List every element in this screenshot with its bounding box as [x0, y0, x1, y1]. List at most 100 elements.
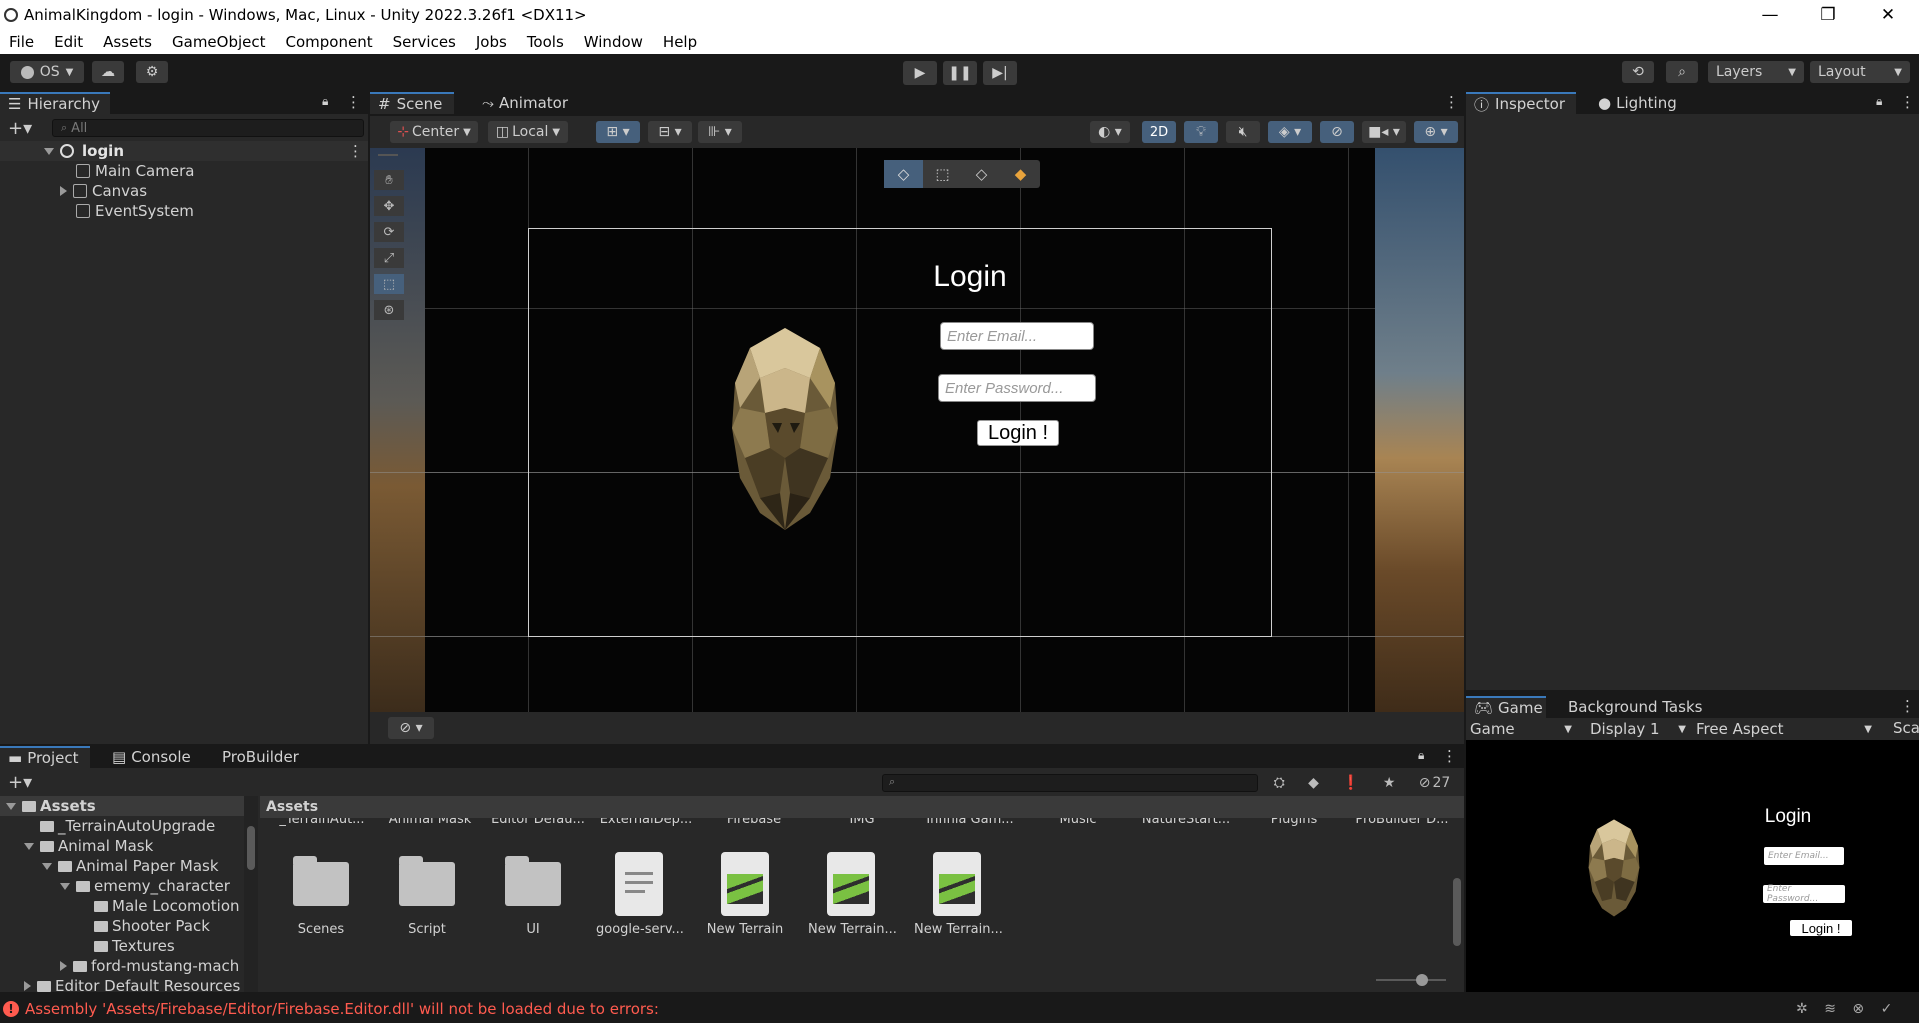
camera-dropdown[interactable]: ■◂ ▾	[1362, 121, 1406, 143]
hierarchy-search-input[interactable]: ⌕ All	[52, 119, 364, 137]
zoom-slider-track[interactable]	[1376, 979, 1446, 981]
project-tree-item[interactable]: ememy_character	[60, 876, 230, 896]
password-input[interactable]: Enter Password...	[938, 374, 1096, 402]
lock-icon[interactable]: 🔒︎	[1418, 748, 1424, 763]
game-login-button[interactable]: Login !	[1790, 920, 1852, 936]
expand-arrow-icon[interactable]	[60, 186, 67, 196]
cloud-button[interactable]: ☁	[92, 61, 124, 83]
more-options-icon[interactable]: ⋮	[348, 142, 363, 160]
menu-window[interactable]: Window	[574, 33, 653, 51]
game-password-input[interactable]: Enter Password...	[1763, 884, 1845, 904]
zoom-slider-handle[interactable]	[1416, 974, 1428, 986]
asset-item[interactable]: google-serv...	[596, 844, 684, 937]
menu-tools[interactable]: Tools	[517, 33, 574, 51]
asset-top-label[interactable]: ExternalDep...	[598, 818, 694, 827]
asset-top-label[interactable]: Plugins	[1246, 818, 1342, 827]
drag-handle[interactable]	[378, 154, 398, 156]
search-button[interactable]: ⌕	[1666, 61, 1698, 83]
wire-cube-button[interactable]: ◇	[962, 160, 1001, 188]
view-cube-button[interactable]: ◇	[884, 160, 923, 188]
tab-console[interactable]: ▤ Console	[104, 746, 204, 768]
project-tree-item[interactable]: Editor Default Resources	[24, 976, 240, 992]
breadcrumb-assets[interactable]: Assets	[266, 799, 318, 815]
tab-project[interactable]: ▬ Project	[0, 746, 90, 768]
layout-dropdown[interactable]: Layout ▼	[1810, 61, 1910, 83]
rect-tool-button[interactable]: ⬚	[374, 274, 404, 294]
more-options-icon[interactable]: ⋮	[1442, 747, 1457, 765]
visibility-toggle[interactable]: ⊘	[1320, 121, 1354, 143]
game-mode-dropdown[interactable]: Game ▼	[1470, 719, 1576, 739]
hidden-packages-button[interactable]: ⊘ 27	[1419, 775, 1451, 791]
project-tree-item[interactable]: ford-mustang-mach	[60, 956, 239, 976]
project-tree-item[interactable]: Male Locomotion	[78, 896, 240, 916]
menu-help[interactable]: Help	[653, 33, 707, 51]
menu-gameobject[interactable]: GameObject	[162, 33, 276, 51]
project-tree-item[interactable]: Textures	[78, 936, 175, 956]
move-tool-button[interactable]: ✥	[374, 196, 404, 216]
hierarchy-item-main-camera[interactable]: Main Camera	[76, 161, 194, 181]
expand-arrow-icon[interactable]	[42, 862, 52, 870]
game-viewport[interactable]: Login Enter Email... Enter Password... L…	[1466, 740, 1919, 992]
bug-off-icon[interactable]: ✲	[1796, 1001, 1808, 1017]
scene-row[interactable]: login ⋮	[0, 141, 368, 161]
tab-inspector[interactable]: ⓘ Inspector	[1466, 92, 1576, 114]
asset-top-label[interactable]: Infinia Gam...	[922, 818, 1018, 827]
menu-assets[interactable]: Assets	[93, 33, 162, 51]
expand-arrow-icon[interactable]	[60, 961, 67, 971]
project-tree-item[interactable]: _TerrainAutoUpgrade	[24, 816, 215, 836]
warning-icon[interactable]: ❗	[1342, 775, 1359, 791]
login-button[interactable]: Login !	[977, 420, 1059, 446]
menu-component[interactable]: Component	[276, 33, 383, 51]
asset-top-label[interactable]: ProBuilder D...	[1354, 818, 1450, 827]
maximize-button[interactable]: ❐	[1800, 0, 1856, 30]
scrollbar-thumb[interactable]	[247, 826, 255, 870]
pause-button[interactable]: ❚❚	[943, 61, 977, 85]
grid-scrollbar[interactable]	[1450, 818, 1464, 968]
scale-slider-label[interactable]: Sca	[1893, 719, 1919, 739]
expand-arrow-icon[interactable]	[24, 842, 34, 850]
more-options-icon[interactable]: ⋮	[1900, 93, 1915, 111]
layers-dropdown[interactable]: Layers ▼	[1708, 61, 1804, 83]
expand-arrow-icon[interactable]	[24, 981, 31, 991]
probuilder-button[interactable]: ◆	[1001, 160, 1040, 188]
project-create-button[interactable]: +▾	[8, 772, 38, 793]
hierarchy-item-canvas[interactable]: Canvas	[60, 181, 147, 201]
tab-scene[interactable]: # Scene	[370, 92, 454, 114]
minimize-button[interactable]: —	[1742, 0, 1798, 30]
menu-file[interactable]: File	[0, 33, 44, 51]
step-button[interactable]: ▶|	[983, 61, 1017, 85]
transform-tool-button[interactable]: ⊛	[374, 300, 404, 320]
asset-item[interactable]: New Terrain	[702, 844, 788, 937]
scale-tool-button[interactable]: ⤢	[374, 248, 404, 268]
asset-item[interactable]: UI	[490, 844, 576, 937]
asset-top-label[interactable]: Animal Mask	[382, 818, 478, 827]
asset-item[interactable]: New Terrain...	[914, 844, 1003, 937]
check-circle-icon[interactable]: ✓	[1881, 1001, 1893, 1017]
menu-edit[interactable]: Edit	[44, 33, 93, 51]
grid-snap-button[interactable]: ⊞ ▾	[596, 121, 640, 143]
scrollbar-thumb[interactable]	[1453, 878, 1461, 946]
rect-view-button[interactable]: ⬚	[923, 160, 962, 188]
filter-type-icon[interactable]: ⛭	[1274, 775, 1285, 791]
snap-increment-button[interactable]: ⊟ ▾	[648, 121, 692, 143]
filter-label-icon[interactable]: ◆	[1308, 775, 1319, 791]
tab-hierarchy[interactable]: ☰ Hierarchy	[0, 92, 110, 114]
project-tree-item[interactable]: Assets	[0, 796, 244, 816]
hierarchy-item-eventsystem[interactable]: EventSystem	[76, 201, 194, 221]
asset-top-label[interactable]: Music	[1030, 818, 1126, 827]
project-search-input[interactable]: ⌕	[882, 774, 1258, 792]
ruler-button[interactable]: ⊪ ▾	[698, 121, 742, 143]
network-off-icon[interactable]: ⊗	[1852, 1001, 1864, 1017]
more-options-icon[interactable]: ⋮	[1900, 697, 1915, 715]
collab-button[interactable]: ⚙	[136, 61, 168, 83]
asset-top-label[interactable]: _TerrainAut...	[274, 818, 370, 827]
tab-probuilder[interactable]: ProBuilder	[214, 746, 314, 768]
lock-icon[interactable]: 🔒︎	[322, 94, 328, 109]
history-button[interactable]: ⟲	[1622, 61, 1654, 83]
close-button[interactable]: ✕	[1860, 0, 1916, 30]
scene-viewport[interactable]: ◇ ⬚ ◇ ◆ Login Enter Email... Enter Passw…	[370, 148, 1464, 712]
favorite-star-icon[interactable]: ★	[1383, 775, 1396, 791]
tab-animator[interactable]: ⤳ Animator	[474, 92, 578, 114]
tab-lighting[interactable]: ● Lighting	[1590, 92, 1690, 114]
asset-top-label[interactable]: NatureStart...	[1138, 818, 1234, 827]
